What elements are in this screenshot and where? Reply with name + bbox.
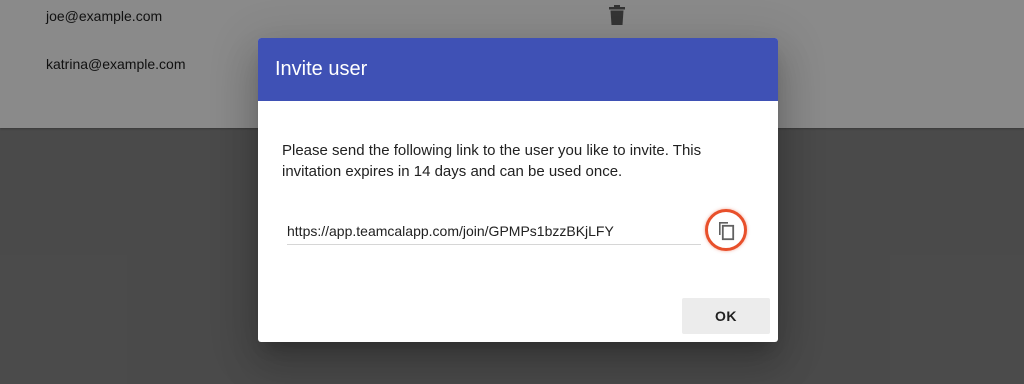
- invite-user-dialog: Invite user Please send the following li…: [258, 38, 778, 342]
- page: joe@example.com katrina@example.com Invi…: [0, 0, 1024, 384]
- dialog-title: Invite user: [258, 38, 778, 101]
- ok-button[interactable]: OK: [682, 298, 770, 334]
- copy-icon: [719, 222, 735, 241]
- copy-link-button[interactable]: [705, 209, 747, 251]
- invite-link-input[interactable]: [287, 220, 701, 242]
- invite-link-field[interactable]: [287, 220, 701, 245]
- dialog-message: Please send the following link to the us…: [282, 142, 702, 180]
